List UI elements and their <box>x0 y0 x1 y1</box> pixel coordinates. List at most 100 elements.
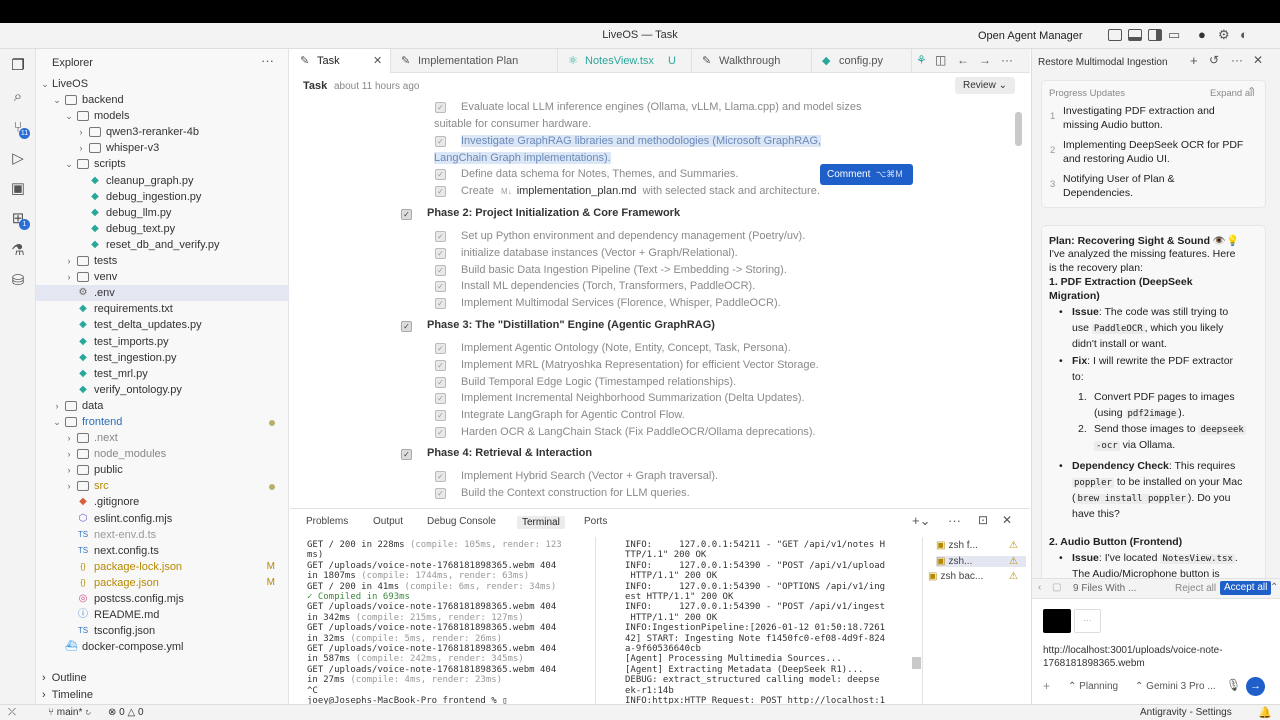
search-icon[interactable]: ⌕ <box>8 87 28 107</box>
tree-file[interactable]: TS next.config.ts <box>36 543 289 559</box>
chat-input-text[interactable]: http://localhost:3001/uploads/voice-note… <box>1043 645 1223 656</box>
maximize-panel-icon[interactable]: ⊡ <box>978 513 988 527</box>
tree-file[interactable]: ⬡ eslint.config.mjs <box>36 511 289 527</box>
tree-folder[interactable]: ⌄ frontend <box>36 414 289 430</box>
tree-file[interactable]: ◆ test_ingestion.py <box>36 350 289 366</box>
tree-file[interactable]: {} package.json M <box>36 575 289 591</box>
remote-explorer-icon[interactable]: ▣ <box>8 179 28 199</box>
checkbox[interactable]: ✓ <box>435 231 446 242</box>
tree-file[interactable]: ◆ test_imports.py <box>36 334 289 350</box>
checkbox[interactable]: ✓ <box>435 169 446 181</box>
checkbox[interactable]: ✓ <box>401 209 412 220</box>
checkbox[interactable]: ✓ <box>435 359 446 371</box>
reject-all-button[interactable]: Reject all <box>1175 583 1216 594</box>
tree-file[interactable]: ◎ postcss.config.mjs <box>36 591 289 607</box>
panel-tab-debug-console[interactable]: Debug Console <box>427 516 496 527</box>
tree-file[interactable]: ◆ debug_ingestion.py <box>36 189 289 205</box>
run-debug-icon[interactable]: ▷ <box>8 149 28 169</box>
history-icon[interactable]: ↺ <box>1209 53 1219 67</box>
panel-tab-ports[interactable]: Ports <box>584 516 607 527</box>
more-icon[interactable]: ··· <box>1001 53 1013 67</box>
tree-folder[interactable]: › whisper-v3 <box>36 140 289 156</box>
tree-file[interactable]: ◆ requirements.txt <box>36 301 289 317</box>
file-link[interactable]: implementation_plan.md <box>517 185 637 197</box>
tree-folder[interactable]: › src <box>36 478 289 494</box>
checkbox[interactable]: ✓ <box>435 376 446 388</box>
account-icon[interactable]: ● <box>1198 27 1206 42</box>
microphone-icon[interactable]: 🎙 <box>1226 678 1241 692</box>
collapse-icon[interactable]: ⌃ <box>1247 85 1256 98</box>
close-panel-icon[interactable]: ✕ <box>1002 513 1012 527</box>
tree-folder[interactable]: ⌄ backend <box>36 92 289 108</box>
forward-icon[interactable]: → <box>979 53 991 67</box>
more-icon[interactable]: ··· <box>1231 53 1243 67</box>
review-button[interactable]: Review ⌄ <box>955 77 1015 94</box>
testing-icon[interactable]: ⚗ <box>8 241 28 261</box>
send-button[interactable]: → <box>1246 677 1265 696</box>
model-selector[interactable]: ⌃ Gemini 3 Pro ... <box>1135 681 1216 692</box>
editor-scrollbar[interactable] <box>1015 112 1022 146</box>
terminal-instance[interactable]: ▣ zsh f... ⚠ <box>936 540 1026 551</box>
checkbox[interactable]: ✓ <box>435 135 446 147</box>
tree-file[interactable]: ◆ test_mrl.py <box>36 366 289 382</box>
tree-file[interactable]: ◆ verify_ontology.py <box>36 382 289 398</box>
close-tab-icon[interactable]: ✕ <box>373 49 382 73</box>
panel-tab-output[interactable]: Output <box>373 516 403 527</box>
gear-icon[interactable]: ⚙ <box>1218 27 1230 43</box>
tab-task[interactable]: ✎ Task ✕ <box>290 49 391 73</box>
terminal-backend-output[interactable]: INFO: 127.0.0.1:54211 - "GET /api/v1/not… <box>625 540 885 707</box>
terminal-instance[interactable]: ▣ zsh... ⚠ <box>936 555 1026 567</box>
split-editor-icon[interactable]: ⚘ <box>916 53 927 67</box>
tab-walkthrough[interactable]: ✎ Walkthrough <box>692 49 812 73</box>
tab-config-py[interactable]: ◆ config.py <box>812 49 912 73</box>
toggle-panel-icon[interactable] <box>1128 29 1142 41</box>
layout-icon[interactable]: ▭ <box>1168 27 1180 43</box>
database-icon[interactable]: ⛁ <box>8 271 28 291</box>
checkbox[interactable]: ✓ <box>435 264 446 276</box>
settings-link[interactable]: Antigravity - Settings <box>1140 707 1232 718</box>
tree-file[interactable]: ◆ debug_text.py <box>36 221 289 237</box>
attachment-thumbnail[interactable]: ··· <box>1074 609 1101 633</box>
panel-tab-terminal[interactable]: Terminal <box>517 516 565 529</box>
notifications-icon[interactable]: 🔔 <box>1258 706 1272 719</box>
chat-input-box[interactable]: ··· http://localhost:3001/uploads/voice-… <box>1032 598 1280 704</box>
checkbox[interactable]: ✓ <box>435 102 446 113</box>
timeline-section[interactable]: › Timeline <box>42 689 93 701</box>
tree-file[interactable]: {} package-lock.json M <box>36 559 289 575</box>
remote-icon[interactable]: ⤫ <box>8 707 16 718</box>
tree-folder[interactable]: › tests <box>36 253 289 269</box>
tree-file[interactable]: ⛴ docker-compose.yml <box>36 639 289 655</box>
toggle-sidebar-icon[interactable] <box>1108 29 1122 41</box>
panel-tab-problems[interactable]: Problems <box>306 516 348 527</box>
checkbox[interactable]: ✓ <box>435 186 446 198</box>
tree-root[interactable]: ⌄ LiveOS <box>36 76 289 92</box>
new-terminal-icon[interactable]: +⌄ <box>912 513 930 529</box>
tree-file[interactable]: ◆ test_delta_updates.py <box>36 317 289 333</box>
terminal-scrollbar[interactable] <box>912 657 921 669</box>
tab-implementation-plan[interactable]: ✎ Implementation Plan <box>391 49 558 73</box>
tree-folder[interactable]: › .next <box>36 430 289 446</box>
outline-section[interactable]: › Outline <box>42 672 87 684</box>
open-agent-manager-button[interactable]: Open Agent Manager <box>978 30 1083 42</box>
tree-folder[interactable]: ⌄ models <box>36 108 289 124</box>
tab-notesview-tsx[interactable]: ⚛ NotesView.tsx U <box>558 49 692 73</box>
checkbox[interactable]: ✓ <box>435 410 446 422</box>
more-icon[interactable]: ··· <box>261 53 274 68</box>
checkbox[interactable]: ✓ <box>435 247 446 259</box>
checkbox[interactable]: ✓ <box>435 487 446 499</box>
more-icon[interactable]: ··· <box>948 513 961 528</box>
tree-folder[interactable]: › public <box>36 462 289 478</box>
mode-selector[interactable]: ⌃ Planning <box>1068 681 1118 692</box>
terminal-instance[interactable]: ▣ zsh bac... ⚠ <box>928 571 1018 582</box>
tree-folder[interactable]: ⌄ scripts <box>36 156 289 172</box>
tree-file[interactable]: ◆ debug_llm.py <box>36 205 289 221</box>
tree-file[interactable]: ⚙ .env <box>36 285 289 302</box>
changed-files-toggle[interactable]: 9 Files With ... <box>1073 583 1136 594</box>
checkbox[interactable]: ✓ <box>435 281 446 293</box>
checkbox[interactable]: ✓ <box>435 427 446 438</box>
checkbox[interactable]: ✓ <box>435 343 446 354</box>
back-icon[interactable]: ← <box>957 53 969 67</box>
terminal-split-divider[interactable] <box>595 537 596 705</box>
checkbox[interactable]: ✓ <box>435 298 446 310</box>
terminal-frontend-output[interactable]: GET / 200 in 228ms (compile: 105ms, rend… <box>307 540 562 707</box>
